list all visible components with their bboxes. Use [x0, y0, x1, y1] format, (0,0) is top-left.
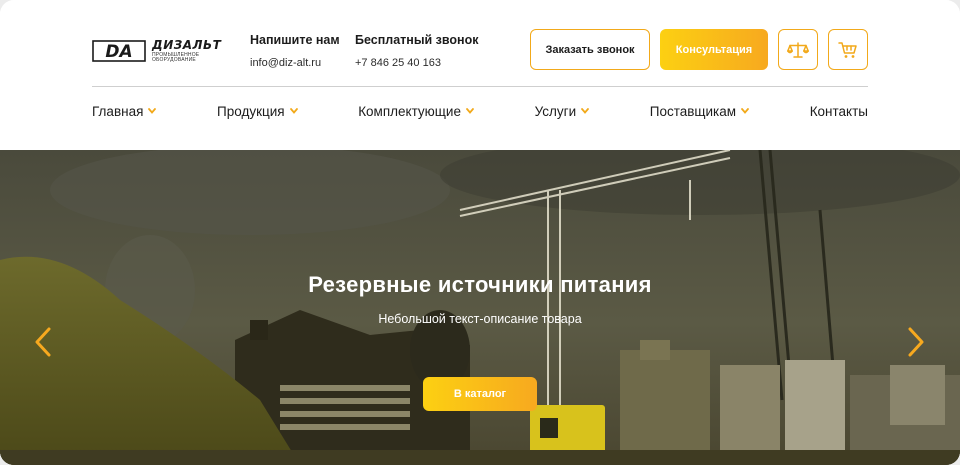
chevron-down-icon [289, 108, 298, 114]
header-divider [92, 86, 868, 87]
nav-item-label: Контакты [809, 103, 868, 119]
contact-phone: Бесплатный звонок +7 846 25 40 163 [355, 33, 478, 69]
logo-subtitle: ПРОМЫШЛЕННОЕ ОБОРУДОВАНИЕ [152, 51, 200, 63]
contact-email: Напишите нам info@diz-alt.ru [250, 33, 340, 69]
logo-mark-text: DA [105, 42, 132, 62]
consultation-button[interactable]: Консультация [660, 29, 768, 70]
nav-item-home[interactable]: Главная [92, 103, 157, 119]
chevron-down-icon [148, 108, 157, 114]
nav-item-label: Главная [92, 103, 144, 119]
contact-phone-title: Бесплатный звонок [355, 33, 479, 47]
main-nav: Главная Продукция Комплектующие Услуги П… [92, 100, 868, 122]
chevron-down-icon [466, 108, 474, 114]
nav-item-label: Услуги [534, 103, 577, 119]
nav-item-products[interactable]: Продукция [217, 104, 298, 119]
callback-button[interactable]: Заказать звонок [530, 29, 650, 70]
cart-button[interactable] [828, 29, 868, 70]
hero-background-image [0, 150, 960, 465]
logo[interactable]: DA ДИЗАЛЬТ ПРОМЫШЛЕННОЕ ОБОРУДОВАНИЕ [92, 38, 222, 64]
nav-item-label: Продукция [217, 103, 285, 119]
nav-item-suppliers[interactable]: Поставщикам [650, 104, 749, 119]
contact-phone-link[interactable]: +7 846 25 40 163 [355, 57, 478, 69]
hero-title: Резервные источники питания [308, 272, 652, 297]
nav-item-label: Поставщикам [649, 103, 737, 119]
scales-icon [787, 41, 809, 58]
compare-button[interactable] [778, 29, 818, 70]
page: DA ДИЗАЛЬТ ПРОМЫШЛЕННОЕ ОБОРУДОВАНИЕ Нап… [0, 0, 960, 465]
logo-mark-icon: DA [92, 40, 146, 62]
contact-email-link[interactable]: info@diz-alt.ru [250, 57, 340, 69]
logo-text: ДИЗАЛЬТ ПРОМЫШЛЕННОЕ ОБОРУДОВАНИЕ [152, 39, 221, 64]
chevron-left-icon[interactable] [33, 326, 53, 358]
hero-slider: Резервные источники питания Небольшой те… [0, 150, 960, 465]
nav-item-contacts[interactable]: Контакты [810, 104, 868, 119]
nav-item-label: Комплектующие [358, 103, 461, 119]
cart-icon [838, 41, 857, 58]
site-header: DA ДИЗАЛЬТ ПРОМЫШЛЕННОЕ ОБОРУДОВАНИЕ Нап… [0, 0, 960, 150]
nav-item-components[interactable]: Комплектующие [358, 104, 474, 119]
logo-name: ДИЗАЛЬТ [152, 37, 222, 52]
chevron-right-icon[interactable] [906, 326, 926, 358]
chevron-down-icon [741, 108, 749, 114]
contact-email-title: Напишите нам [250, 33, 340, 47]
catalog-button[interactable]: В каталог [423, 377, 537, 411]
chevron-down-icon [581, 108, 590, 114]
nav-item-services[interactable]: Услуги [535, 104, 590, 119]
hero-subtitle: Небольшой текст-описание товара [378, 312, 582, 326]
